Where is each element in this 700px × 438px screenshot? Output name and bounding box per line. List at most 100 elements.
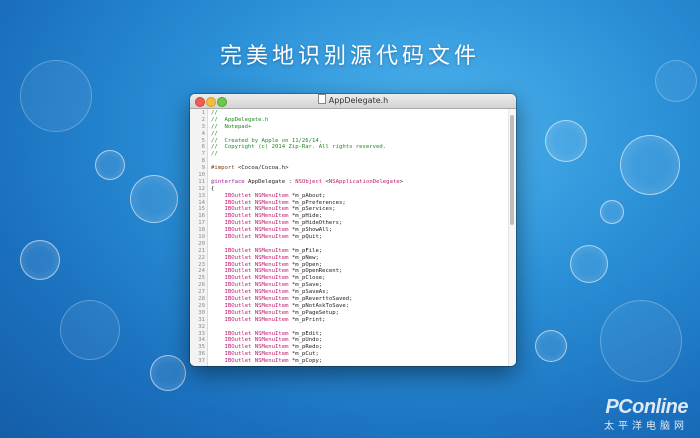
code-token: NSMenuItem — [254, 296, 289, 303]
background-bubble — [535, 330, 567, 362]
watermark-subtitle: 太平洋电脑网 — [604, 421, 688, 432]
line-number: 9 — [201, 165, 205, 172]
code-token: IBOutlet — [224, 261, 252, 268]
code-token: IBOutlet — [224, 213, 252, 220]
code-line: IBOutlet NSMenuItem *m_pOpenRecent; — [211, 268, 508, 275]
code-token: IBOutlet — [224, 344, 252, 351]
code-token: NSMenuItem — [254, 254, 289, 261]
code-line: IBOutlet NSMenuItem *m_pShowAll; — [211, 227, 508, 234]
code-token: *m_pCopy; — [288, 358, 323, 365]
line-number: 37 — [198, 358, 205, 365]
code-token: IBOutlet — [224, 351, 252, 358]
code-text-area[interactable]: //// AppDelegate.h// Notepad+//// Create… — [208, 109, 508, 366]
code-token: *m_pNotAskToSave; — [288, 302, 350, 309]
code-token: NSMenuItem — [254, 302, 289, 309]
code-token: IBOutlet — [224, 309, 252, 316]
code-line: IBOutlet NSMenuItem *m_pHide; — [211, 213, 508, 220]
line-number: 15 — [198, 206, 205, 213]
code-token: NSMenuItem — [254, 220, 289, 227]
code-token: IBOutlet — [224, 247, 252, 254]
code-line: // Notepad+ — [211, 124, 508, 131]
code-token: IBOutlet — [224, 192, 252, 199]
code-token: IBOutlet — [224, 337, 252, 344]
code-token: *m_pAbout; — [288, 192, 326, 199]
code-editor[interactable]: 1 2 3 4 5 6 7 8 9 10 11 12 13 14 15 16 17 18 19 20 21 22 23 24 2… — [190, 109, 516, 366]
code-token: NSMenuItem — [254, 247, 289, 254]
line-number: 1 — [201, 110, 205, 116]
code-token: NSApplicationDelegate — [328, 178, 400, 185]
line-number: 6 — [201, 144, 205, 151]
line-number: 22 — [198, 254, 205, 261]
code-line: IBOutlet NSMenuItem *m_pRedo; — [211, 344, 508, 351]
line-number: 3 — [201, 123, 205, 130]
code-line: IBOutlet NSMenuItem *m_pOpen; — [211, 262, 508, 269]
line-number: 32 — [198, 323, 205, 330]
line-number: 19 — [198, 234, 205, 241]
code-line: IBOutlet NSMenuItem *m_pUndo; — [211, 337, 508, 344]
code-token: NSMenuItem — [254, 309, 289, 316]
background-bubble — [60, 300, 120, 360]
code-line: IBOutlet NSMenuItem *m_pNotAskToSave; — [211, 303, 508, 310]
code-line: // Created by Apple on 11/26/14. — [211, 138, 508, 145]
background-bubble — [20, 240, 60, 280]
code-token: *m_pSaveAs; — [288, 289, 329, 296]
line-number: 31 — [198, 316, 205, 323]
line-number: 28 — [198, 296, 205, 303]
window-title: AppDelegate.h — [328, 96, 389, 105]
line-number: 14 — [198, 199, 205, 206]
code-token: *m_pSave; — [288, 282, 323, 289]
code-token: // Notepad+ — [211, 123, 252, 130]
scrollbar-thumb[interactable] — [510, 115, 514, 225]
code-token: NSMenuItem — [254, 316, 289, 323]
code-token: IBOutlet — [224, 275, 252, 282]
code-token: // Created by Apple on 11/26/14. — [211, 137, 323, 144]
code-line: IBOutlet NSMenuItem *m_pSaveAs; — [211, 289, 508, 296]
code-line: IBOutlet NSMenuItem *m_pHideOthers; — [211, 220, 508, 227]
code-line: IBOutlet NSMenuItem *m_pEdit; — [211, 331, 508, 338]
code-token: > — [399, 178, 404, 185]
code-token: IBOutlet — [224, 289, 252, 296]
code-token: @interface — [211, 178, 245, 185]
code-token: IBOutlet — [224, 227, 252, 234]
code-line: IBOutlet NSMenuItem *m_pPreferences; — [211, 200, 508, 207]
background-bubble — [545, 120, 587, 162]
background-bubble — [570, 245, 608, 283]
line-number: 21 — [198, 247, 205, 254]
code-token: *m_pFile; — [288, 247, 323, 254]
code-token: NSMenuItem — [254, 282, 289, 289]
code-line: // — [211, 151, 508, 158]
window-titlebar[interactable]: AppDelegate.h — [190, 94, 516, 109]
line-number: 16 — [198, 213, 205, 220]
code-token: *m_pQuit; — [288, 234, 323, 241]
code-token: *m_pHideOthers; — [288, 220, 343, 227]
code-token: // AppDelegate.h — [211, 116, 269, 123]
line-number: 27 — [198, 289, 205, 296]
line-number: 36 — [198, 351, 205, 358]
line-number: 30 — [198, 309, 205, 316]
code-token: NSMenuItem — [254, 330, 289, 337]
code-token: *m_pPreferences; — [288, 199, 346, 206]
code-token: *m_pShowAll; — [288, 227, 333, 234]
vertical-scrollbar[interactable] — [508, 109, 516, 366]
code-line: // Copyright (c) 2014 Zip-Rar. All right… — [211, 144, 508, 151]
line-number: 35 — [198, 344, 205, 351]
code-token: IBOutlet — [224, 282, 252, 289]
line-number: 4 — [201, 130, 205, 137]
line-number: 33 — [198, 330, 205, 337]
line-number: 7 — [201, 151, 205, 158]
